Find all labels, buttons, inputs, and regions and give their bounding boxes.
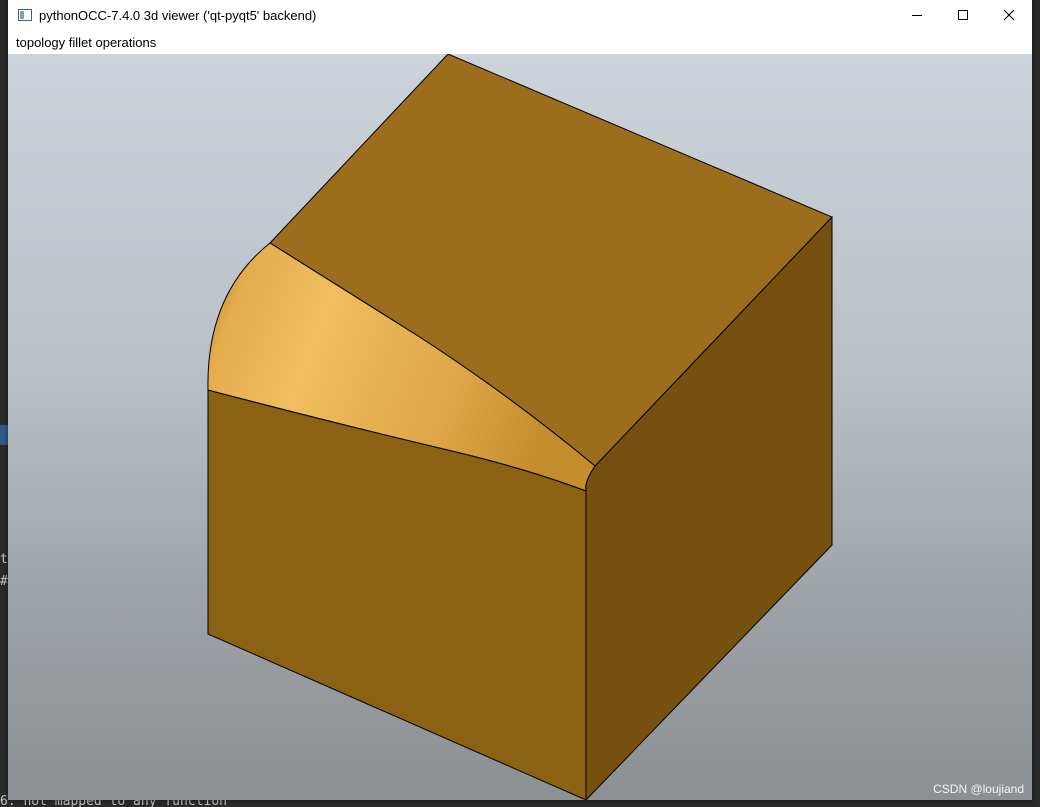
maximize-button[interactable] xyxy=(940,0,986,30)
title-bar[interactable]: pythonOCC-7.4.0 3d viewer ('qt-pyqt5' ba… xyxy=(8,0,1032,30)
minimize-button[interactable] xyxy=(894,0,940,30)
3d-shape-canvas xyxy=(207,54,833,800)
background-selection-strip xyxy=(0,425,8,445)
background-text-fragment: # xyxy=(0,574,8,589)
window-title: pythonOCC-7.4.0 3d viewer ('qt-pyqt5' ba… xyxy=(39,7,317,23)
3d-viewport[interactable]: CSDN @loujiand xyxy=(8,54,1032,800)
menu-bar: topology fillet operations xyxy=(8,30,1032,54)
close-icon xyxy=(1003,9,1015,21)
app-icon xyxy=(18,9,32,21)
watermark: CSDN @loujiand xyxy=(933,782,1024,796)
background-text-fragment: t xyxy=(0,552,8,567)
menu-topology-fillet-operations[interactable]: topology fillet operations xyxy=(16,35,156,50)
close-button[interactable] xyxy=(986,0,1032,30)
minimize-icon xyxy=(912,15,922,16)
maximize-icon xyxy=(958,10,968,20)
window-controls xyxy=(894,0,1032,30)
viewer-window: pythonOCC-7.4.0 3d viewer ('qt-pyqt5' ba… xyxy=(8,0,1032,800)
